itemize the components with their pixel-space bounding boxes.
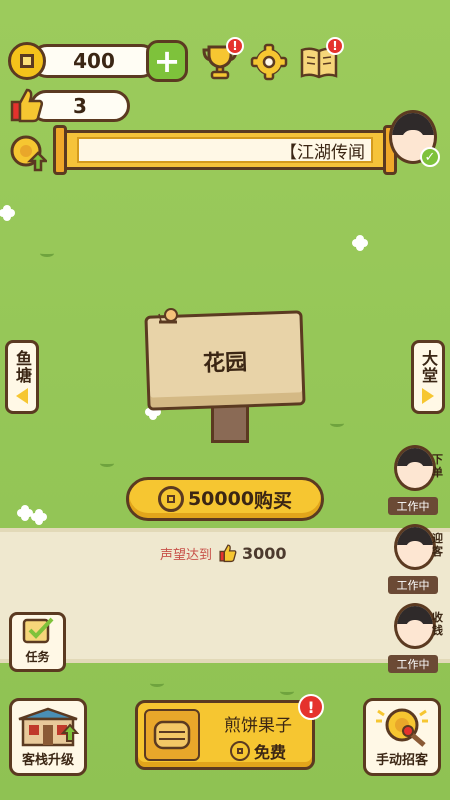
staff-order-taker[interactable]: 下单 工作中 [388,445,448,527]
staff-status: 工作中 [388,576,438,594]
food-price-label: 免费 [253,743,286,762]
thumbs-up-icon [10,86,44,124]
rumor-text: 【江湖传闻 [77,137,373,163]
inn-upgrade-button[interactable]: 客栈升级 [9,698,87,776]
coin-count: 400 [73,49,115,73]
reputation-requirement: 声望达到 3000 [160,542,300,564]
scroll-roller-left [53,125,67,175]
staff-avatar [394,603,436,649]
staff-role: 迎客 [432,532,443,558]
rumor-banner[interactable]: 【江湖传闻 [53,125,397,175]
requirement-value: 3000 [242,543,287,563]
coin-icon [229,741,250,761]
arrow-left-icon [16,388,28,404]
task-check-icon [22,617,53,644]
hall-label: 大堂 [419,350,438,384]
badge-mark: ! [307,697,315,717]
grass-tuft [280,688,294,695]
grass-tuft [150,680,164,687]
staff-status: 工作中 [388,497,438,515]
flower [20,508,30,518]
inn-building-icon [18,707,80,747]
location-sign: 花园 [144,310,306,411]
staff-status: 工作中 [388,655,438,673]
staff-role: 下单 [432,453,443,479]
grass-tuft [40,250,54,257]
pancake-icon [144,709,200,761]
free-food-button[interactable]: 煎饼果子 免费 [135,700,315,770]
gong-icon [376,708,428,747]
flower [34,512,44,522]
flower [355,238,365,248]
reputation-counter: 3 [30,90,130,122]
arrow-right-icon [422,388,434,404]
food-name: 煎饼果子 [224,716,292,736]
staff-cashier[interactable]: 收钱 工作中 [388,603,448,685]
manual-recruit-label: 手动招客 [375,753,428,768]
buy-label: 购买 [254,489,293,512]
fish-pond-label: 鱼塘 [13,350,32,384]
food-alert-badge: ! [298,694,324,720]
snail-icon [158,308,178,324]
grass-tuft [100,460,114,467]
add-coins-button[interactable]: + [146,40,188,82]
badge-mark: ! [232,39,238,53]
hall-tab[interactable]: 大堂 [411,340,445,414]
grass-tuft [330,420,344,427]
buy-button[interactable]: 50000 购买 [126,477,324,521]
buy-price: 50000 [187,488,255,510]
badge-mark: ! [332,39,338,53]
level-up-icon [10,135,47,172]
trophy-alert-badge: ! [226,37,244,55]
coin-icon [157,486,184,512]
requirement-label: 声望达到 [160,547,213,563]
level-up-button[interactable] [8,133,48,173]
settings-button[interactable] [249,42,289,82]
reputation-count: 3 [73,94,87,118]
staff-avatar [394,445,436,491]
staff-role: 收钱 [432,611,443,637]
flower [2,208,12,218]
journal-alert-badge: ! [326,37,344,55]
location-name: 花园 [202,349,248,377]
task-label: 任务 [25,650,50,664]
fish-pond-tab[interactable]: 鱼塘 [5,340,39,414]
thumbs-up-icon [219,544,237,563]
staff-greeter[interactable]: 迎客 工作中 [388,524,448,606]
coin-counter: 400 [30,44,158,78]
manual-recruit-button[interactable]: 手动招客 [363,698,441,776]
task-button[interactable]: 任务 [9,612,66,672]
coin-icon [8,42,46,80]
check-icon: ✓ [420,147,440,167]
inn-upgrade-label: 客栈升级 [21,753,74,768]
staff-avatar [394,524,436,570]
food-price: 免费 [206,739,310,763]
gear-icon [250,43,288,81]
